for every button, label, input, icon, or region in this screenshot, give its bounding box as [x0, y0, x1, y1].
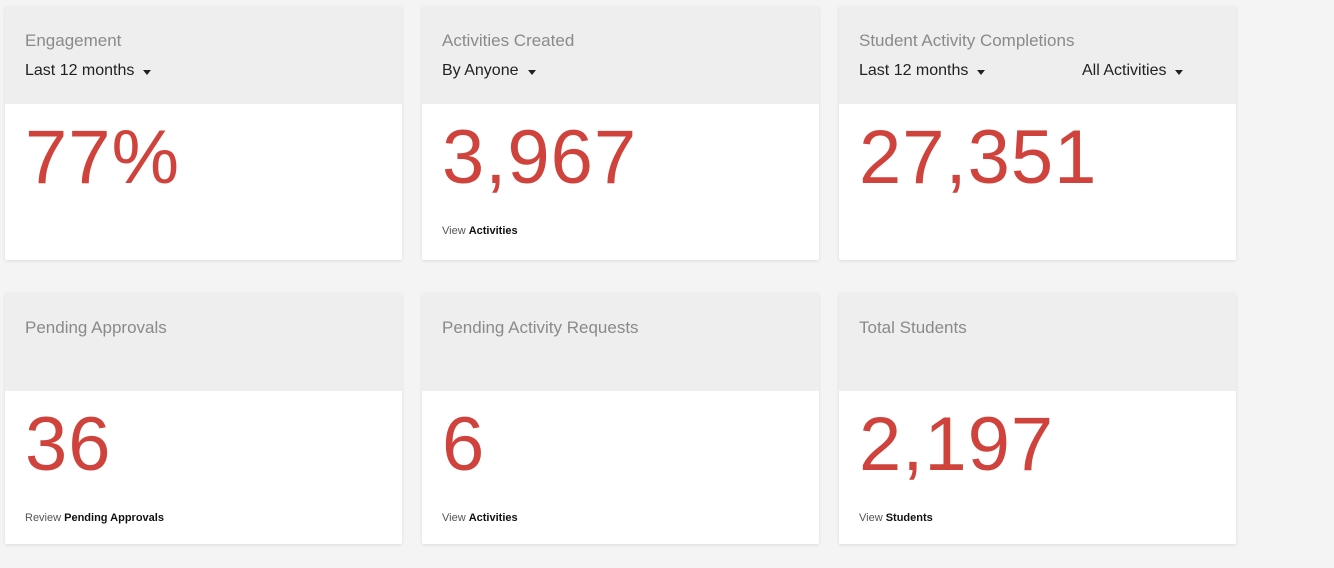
dropdown-label: Last 12 months	[859, 62, 969, 79]
card-body: 2,197 View Students	[839, 391, 1236, 544]
link-label: Activities	[468, 225, 518, 237]
time-range-dropdown[interactable]: Last 12 months	[859, 62, 986, 80]
card-header: Total Students	[839, 293, 1236, 391]
link-label: Activities	[468, 512, 518, 524]
card-body: 27,351	[839, 104, 1236, 260]
engagement-card: Engagement Last 12 months 77%	[5, 6, 402, 260]
card-body: 77%	[5, 104, 402, 260]
card-title: Total Students	[859, 318, 967, 337]
card-title: Engagement	[25, 31, 122, 50]
card-body: 6 View Activities	[422, 391, 819, 544]
card-header: Engagement Last 12 months	[5, 6, 402, 104]
creator-filter-dropdown[interactable]: By Anyone	[442, 62, 536, 80]
card-body: 36 Review Pending Approvals	[5, 391, 402, 544]
card-title: Student Activity Completions	[859, 31, 1075, 50]
link-label: Pending Approvals	[64, 512, 164, 524]
view-activities-link[interactable]: View Activities	[442, 225, 518, 237]
pending-activity-requests-card: Pending Activity Requests 6 View Activit…	[422, 293, 819, 544]
card-title: Activities Created	[442, 31, 575, 50]
card-body: 3,967 View Activities	[422, 104, 819, 260]
activities-created-value: 3,967	[442, 115, 638, 200]
link-prefix: View	[442, 512, 469, 524]
card-header: Pending Activity Requests	[422, 293, 819, 391]
link-prefix: Review	[25, 512, 65, 524]
caret-down-icon	[977, 69, 986, 75]
pending-approvals-card: Pending Approvals 36 Review Pending Appr…	[5, 293, 402, 544]
link-prefix: View	[859, 512, 886, 524]
caret-down-icon	[143, 69, 152, 75]
caret-down-icon	[527, 69, 536, 75]
total-students-value: 2,197	[859, 402, 1055, 487]
pending-requests-value: 6	[442, 402, 486, 487]
link-label: Students	[885, 512, 933, 524]
dropdown-label: Last 12 months	[25, 62, 135, 79]
completions-value: 27,351	[859, 115, 1098, 200]
dropdown-label: By Anyone	[442, 62, 519, 79]
review-pending-approvals-link[interactable]: Review Pending Approvals	[25, 512, 164, 524]
link-prefix: View	[442, 225, 469, 237]
engagement-value: 77%	[25, 115, 181, 200]
time-range-dropdown[interactable]: Last 12 months	[25, 62, 152, 80]
card-header: Student Activity Completions Last 12 mon…	[839, 6, 1236, 104]
card-title: Pending Approvals	[25, 318, 167, 337]
activity-filter-dropdown[interactable]: All Activities	[1082, 62, 1184, 80]
card-header: Pending Approvals	[5, 293, 402, 391]
view-activities-link[interactable]: View Activities	[442, 512, 518, 524]
view-students-link[interactable]: View Students	[859, 512, 933, 524]
student-activity-completions-card: Student Activity Completions Last 12 mon…	[839, 6, 1236, 260]
caret-down-icon	[1175, 69, 1184, 75]
total-students-card: Total Students 2,197 View Students	[839, 293, 1236, 544]
pending-approvals-value: 36	[25, 402, 112, 487]
card-title: Pending Activity Requests	[442, 318, 639, 337]
activities-created-card: Activities Created By Anyone 3,967 View …	[422, 6, 819, 260]
card-header: Activities Created By Anyone	[422, 6, 819, 104]
dropdown-label: All Activities	[1082, 62, 1167, 79]
